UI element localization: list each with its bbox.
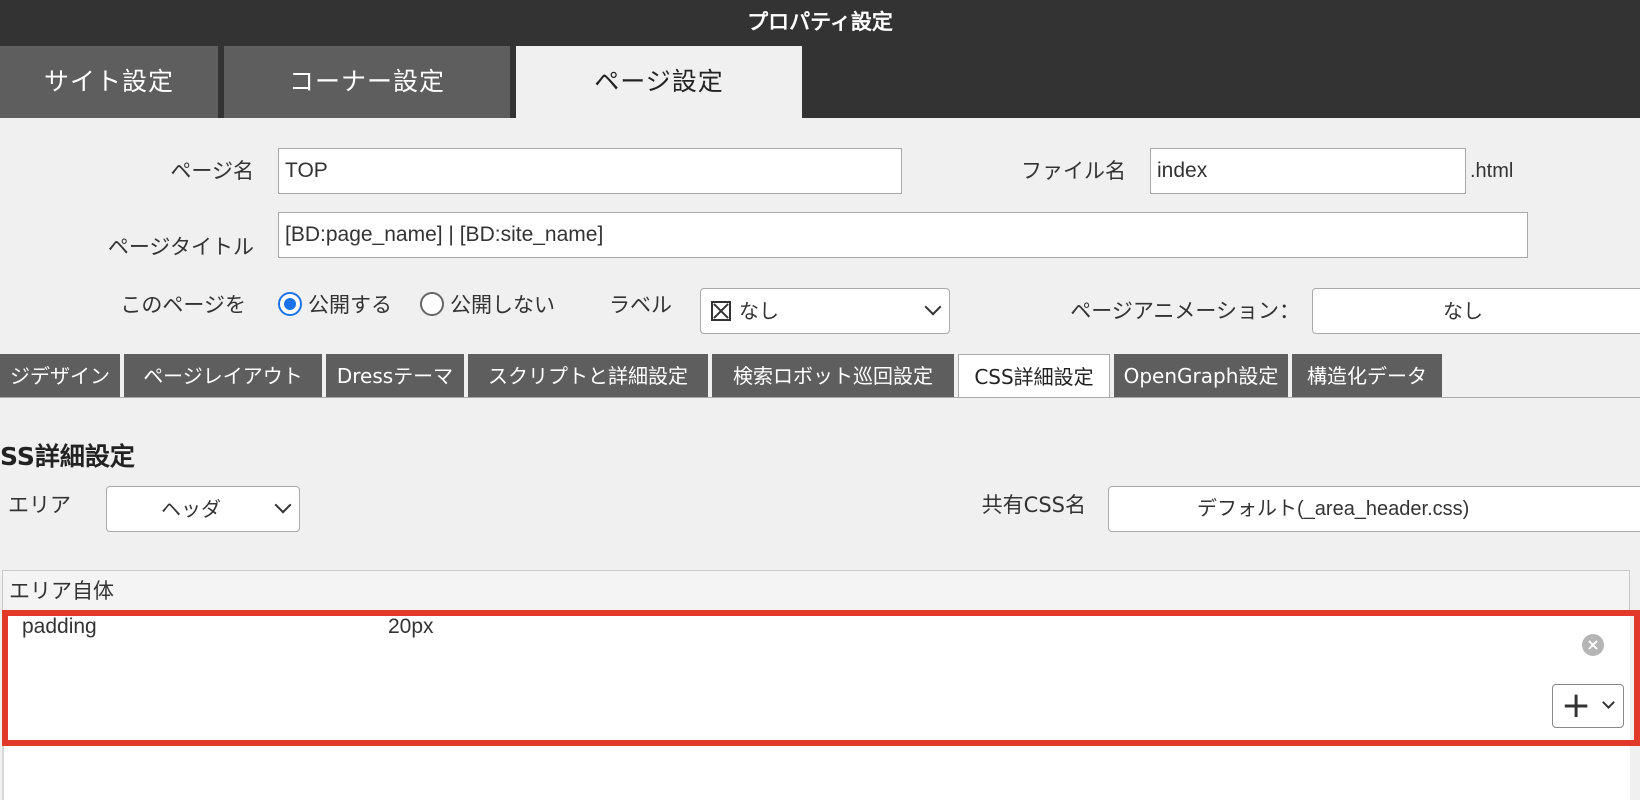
page-title-label: ページタイトル (107, 235, 254, 259)
subtab-css-settings[interactable]: CSS詳細設定 (958, 354, 1110, 398)
highlight-box (2, 610, 1640, 746)
subtab-divider (0, 397, 1640, 398)
shared-css-select[interactable]: デフォルト(_area_header.css) (1108, 486, 1640, 532)
window-title: プロパティ設定 (747, 10, 893, 34)
area-select-value: ヘッダ (161, 497, 221, 521)
shared-css-value: デフォルト(_area_header.css) (1197, 498, 1470, 520)
label-select[interactable]: なし (700, 288, 950, 334)
page-name-label: ページ名 (170, 159, 254, 183)
tab-page-settings[interactable]: ページ設定 (516, 46, 802, 118)
subtab-page-layout[interactable]: ページレイアウト (124, 354, 322, 398)
page-name-input[interactable]: TOP (278, 148, 902, 194)
panel-header: エリア自体 (2, 570, 1630, 612)
unpublish-radio[interactable] (420, 292, 444, 316)
area-select[interactable]: ヘッダ (106, 486, 300, 532)
unpublish-radio-label: 公開しない (450, 293, 555, 317)
file-name-input[interactable]: index (1150, 148, 1466, 194)
chevron-down-icon (274, 496, 292, 514)
label-field-label: ラベル (609, 293, 672, 317)
tab-corner-settings[interactable]: コーナー設定 (224, 46, 510, 118)
shared-css-label: 共有CSS名 (981, 493, 1086, 517)
subtab-opengraph-settings[interactable]: OpenGraph設定 (1114, 354, 1288, 398)
subtab-dress-theme[interactable]: Dressテーマ (326, 354, 464, 398)
label-select-value: なし (739, 299, 779, 323)
box-x-icon (711, 301, 731, 321)
tab-site-settings[interactable]: サイト設定 (0, 46, 218, 118)
file-name-label: ファイル名 (1021, 159, 1126, 183)
publish-label: このページを (120, 293, 246, 317)
area-label: エリア (8, 493, 71, 517)
publish-radio[interactable] (278, 292, 302, 316)
chevron-down-icon (924, 298, 942, 316)
subtab-page-design[interactable]: ジデザイン (0, 354, 120, 398)
subtab-structured-data[interactable]: 構造化データ (1292, 354, 1442, 398)
subtab-script-settings[interactable]: スクリプトと詳細設定 (468, 354, 708, 398)
page-animation-select[interactable]: なし (1312, 288, 1640, 334)
subtab-robot-settings[interactable]: 検索ロボット巡回設定 (712, 354, 954, 398)
file-extension: .html (1470, 160, 1514, 182)
page-animation-label: ページアニメーション： (1070, 299, 1300, 323)
section-heading: SS詳細設定 (0, 442, 135, 471)
page-title-input[interactable]: [BD:page_name] | [BD:site_name] (278, 212, 1528, 258)
publish-radio-label: 公開する (308, 293, 392, 317)
page-animation-value: なし (1443, 299, 1483, 323)
